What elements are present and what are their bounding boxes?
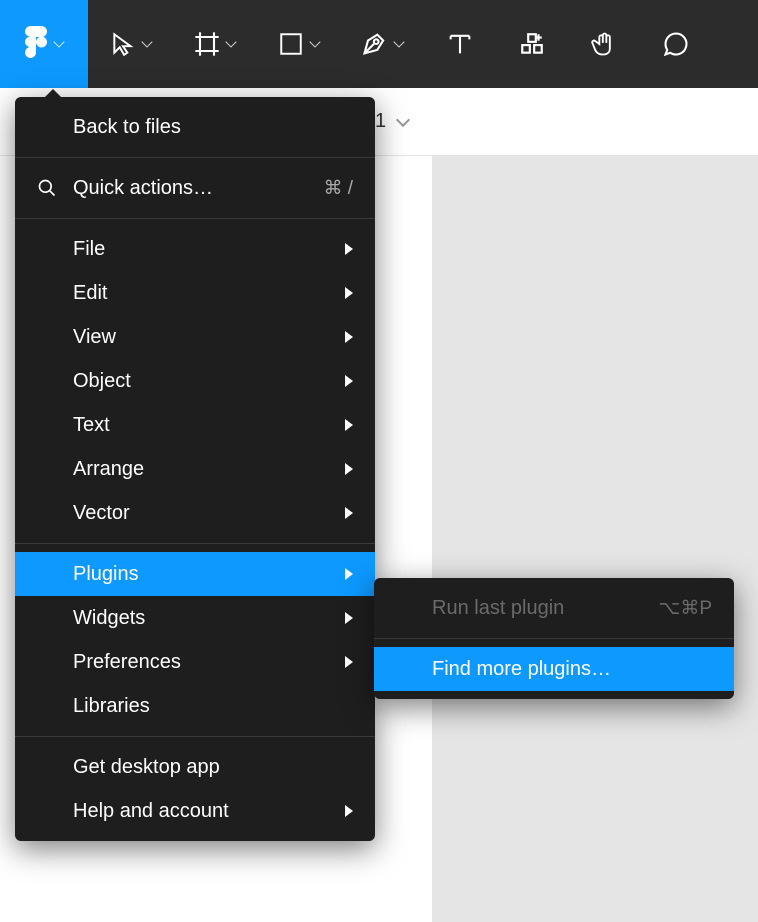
- chevron-right-icon: [345, 287, 353, 299]
- menu-label: Plugins: [73, 563, 139, 586]
- hand-tool[interactable]: [568, 0, 640, 88]
- text-tool[interactable]: [424, 0, 496, 88]
- resources-icon: [518, 30, 546, 58]
- chevron-down-icon: [393, 36, 404, 47]
- menu-label: Arrange: [73, 458, 144, 481]
- figma-logo-icon: [25, 26, 47, 63]
- chevron-down-icon: [396, 112, 410, 126]
- text-icon: [446, 30, 474, 58]
- main-menu: Back to files Quick actions… ⌘ / File Ed…: [15, 97, 375, 841]
- chevron-right-icon: [345, 331, 353, 343]
- menu-label: Quick actions…: [73, 177, 213, 200]
- menu-help-account[interactable]: Help and account: [15, 789, 375, 833]
- keyboard-shortcut: ⌘ /: [323, 177, 353, 200]
- menu-quick-actions[interactable]: Quick actions… ⌘ /: [15, 166, 375, 210]
- menu-file[interactable]: File: [15, 227, 375, 271]
- rectangle-icon: [277, 30, 305, 58]
- chevron-right-icon: [345, 463, 353, 475]
- menu-back-to-files[interactable]: Back to files: [15, 105, 375, 149]
- comment-icon: [662, 30, 690, 58]
- menu-plugins[interactable]: Plugins: [15, 552, 375, 596]
- menu-view[interactable]: View: [15, 315, 375, 359]
- chevron-down-icon: [53, 36, 64, 47]
- menu-widgets[interactable]: Widgets: [15, 596, 375, 640]
- menu-divider: [374, 638, 734, 639]
- menu-label: Get desktop app: [73, 756, 220, 779]
- menu-divider: [15, 218, 375, 219]
- chevron-right-icon: [345, 568, 353, 580]
- pen-tool[interactable]: [340, 0, 424, 88]
- shape-tool[interactable]: [256, 0, 340, 88]
- menu-label: Libraries: [73, 695, 150, 718]
- toolbar: [0, 0, 758, 88]
- menu-edit[interactable]: Edit: [15, 271, 375, 315]
- chevron-right-icon: [345, 805, 353, 817]
- menu-object[interactable]: Object: [15, 359, 375, 403]
- menu-divider: [15, 543, 375, 544]
- chevron-right-icon: [345, 656, 353, 668]
- menu-label: Text: [73, 414, 110, 437]
- menu-divider: [15, 736, 375, 737]
- menu-label: Vector: [73, 502, 130, 525]
- page-indicator[interactable]: 1: [375, 110, 386, 133]
- menu-libraries[interactable]: Libraries: [15, 684, 375, 728]
- submenu-label: Run last plugin: [432, 597, 564, 620]
- resources-tool[interactable]: [496, 0, 568, 88]
- cursor-icon: [109, 30, 137, 58]
- search-icon: [37, 178, 73, 198]
- menu-label: Object: [73, 370, 131, 393]
- chevron-down-icon: [225, 36, 236, 47]
- menu-label: Widgets: [73, 607, 145, 630]
- frame-tool[interactable]: [172, 0, 256, 88]
- menu-label: Back to files: [73, 116, 181, 139]
- menu-arrange[interactable]: Arrange: [15, 447, 375, 491]
- menu-label: Help and account: [73, 800, 229, 823]
- menu-vector[interactable]: Vector: [15, 491, 375, 535]
- submenu-label: Find more plugins…: [432, 658, 611, 681]
- submenu-find-more-plugins[interactable]: Find more plugins…: [374, 647, 734, 691]
- menu-get-desktop-app[interactable]: Get desktop app: [15, 745, 375, 789]
- menu-label: File: [73, 238, 105, 261]
- figma-menu-button[interactable]: [0, 0, 88, 88]
- submenu-run-last-plugin: Run last plugin ⌥⌘P: [374, 586, 734, 630]
- pen-icon: [361, 30, 389, 58]
- chevron-right-icon: [345, 375, 353, 387]
- hand-icon: [590, 30, 618, 58]
- keyboard-shortcut: ⌥⌘P: [658, 597, 712, 620]
- move-tool[interactable]: [88, 0, 172, 88]
- menu-label: Preferences: [73, 651, 181, 674]
- menu-divider: [15, 157, 375, 158]
- chevron-down-icon: [141, 36, 152, 47]
- comment-tool[interactable]: [640, 0, 712, 88]
- menu-preferences[interactable]: Preferences: [15, 640, 375, 684]
- menu-text[interactable]: Text: [15, 403, 375, 447]
- chevron-down-icon: [309, 36, 320, 47]
- menu-label: View: [73, 326, 116, 349]
- frame-icon: [193, 30, 221, 58]
- chevron-right-icon: [345, 419, 353, 431]
- menu-label: Edit: [73, 282, 107, 305]
- plugins-submenu: Run last plugin ⌥⌘P Find more plugins…: [374, 578, 734, 699]
- chevron-right-icon: [345, 243, 353, 255]
- chevron-right-icon: [345, 507, 353, 519]
- chevron-right-icon: [345, 612, 353, 624]
